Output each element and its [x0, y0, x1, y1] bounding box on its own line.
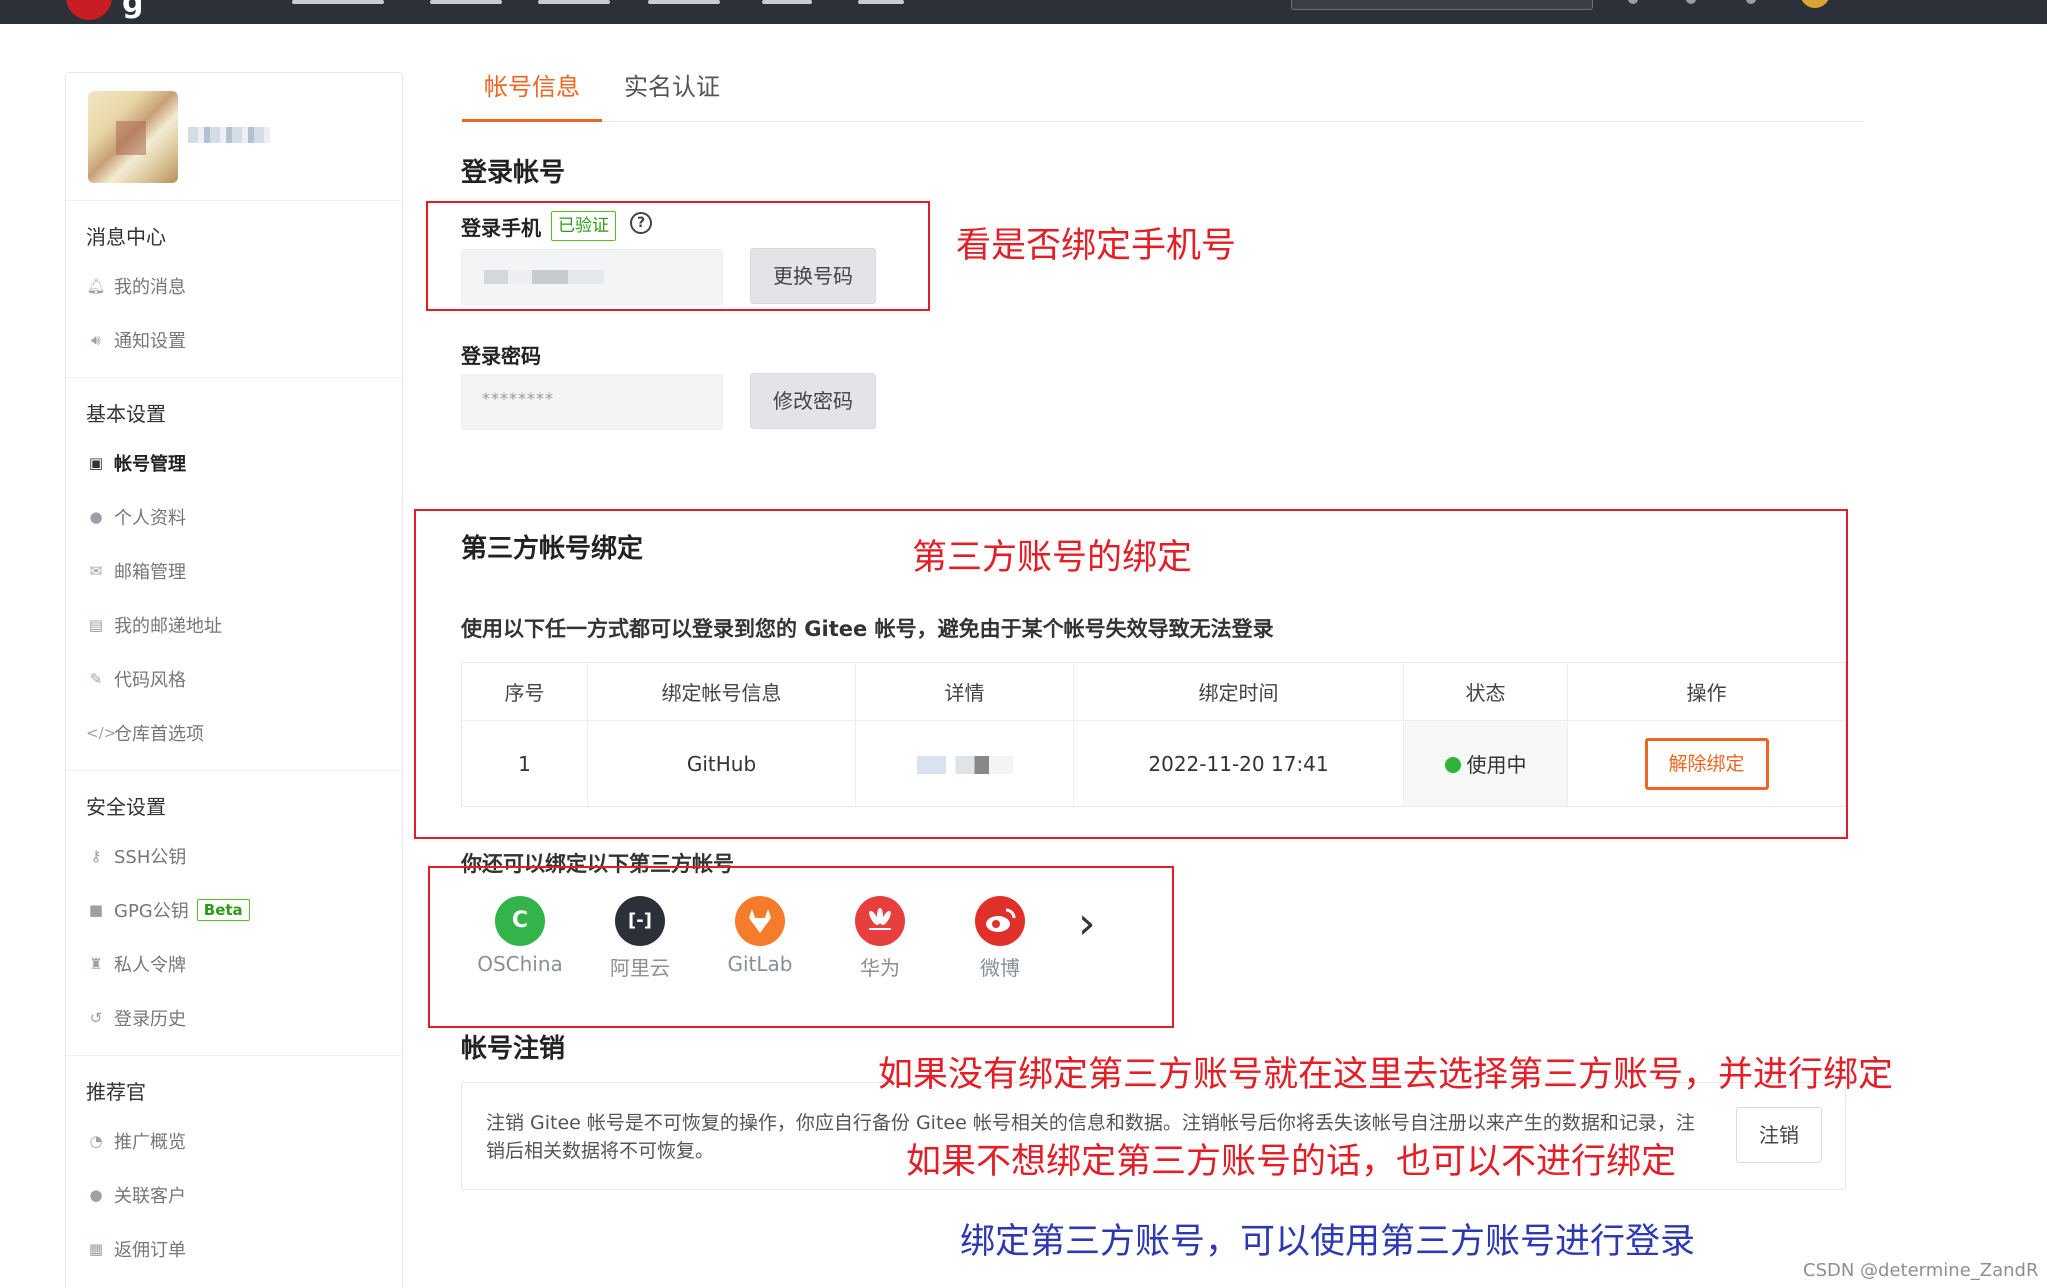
add-icon[interactable]	[1746, 0, 1756, 4]
sidebar-item-address[interactable]: ▤ 我的邮递地址	[66, 598, 402, 652]
sidebar-item-label: 邮箱管理	[114, 562, 186, 583]
annotation-benefit: 绑定第三方账号，可以使用第三方账号进行登录	[960, 1222, 1696, 1262]
sidebar-item-label: 关联客户	[114, 1186, 186, 1207]
password-field: ********	[461, 374, 723, 430]
gitee-logo-icon[interactable]	[66, 0, 112, 20]
sidebar-item-label: 帐号管理	[114, 454, 186, 475]
sidebar-item-label: 私人令牌	[114, 955, 186, 976]
code-icon: </>	[86, 724, 117, 742]
sidebar-group-security: 安全设置 ⚷ SSH公钥 ■ GPG公钥 Beta ♜ 私人令牌 ↺ 登录历史	[66, 771, 402, 1056]
annotation-choose: 如果没有绑定第三方账号就在这里去选择第三方账号，并进行绑定	[878, 1055, 1894, 1095]
sidebar-item-linked-customers[interactable]: ● 关联客户	[66, 1168, 402, 1222]
sidebar-item-label: 推广概览	[114, 1132, 186, 1153]
settings-tabs: 帐号信息 实名认证	[462, 56, 1864, 122]
dashboard-icon: ◔	[89, 1132, 103, 1150]
history-icon: ↺	[89, 1009, 103, 1027]
login-section-title: 登录帐号	[461, 158, 566, 188]
key-icon: ⚷	[90, 847, 102, 865]
beta-badge: Beta	[196, 899, 250, 921]
nav-item-5[interactable]	[762, 0, 812, 4]
annotation-box-phone	[426, 201, 930, 311]
lock-icon: ■	[88, 901, 104, 919]
address-card-icon: ▤	[88, 616, 104, 634]
csdn-watermark: CSDN @determine_ZandR	[1803, 1260, 2039, 1281]
nav-item-2[interactable]	[430, 0, 502, 4]
avatar[interactable]	[88, 91, 178, 183]
sidebar-item-label: 仓库首选项	[114, 724, 204, 745]
annotation-box-providers	[428, 866, 1174, 1028]
nav-item-1[interactable]	[292, 0, 384, 4]
sidebar-item-label: 登录历史	[114, 1009, 186, 1030]
sidebar-item-label: SSH公钥	[114, 847, 187, 868]
gitee-logo-letter: g	[122, 0, 144, 20]
nav-item-6[interactable]	[858, 0, 904, 4]
sidebar-group-title: 安全设置	[86, 795, 166, 819]
annotation-third-party: 第三方账号的绑定	[912, 538, 1193, 578]
username-blurred	[188, 127, 270, 143]
cancel-section-title: 帐号注销	[461, 1034, 566, 1064]
sidebar-item-code-style[interactable]: ✎ 代码风格	[66, 652, 402, 706]
sidebar-item-ssh[interactable]: ⚷ SSH公钥	[66, 829, 402, 883]
sidebar-group-basic: 基本设置 ▣ 帐号管理 ● 个人资料 ✉ 邮箱管理 ▤ 我的邮递地址 ✎ 代码风…	[66, 378, 402, 771]
order-icon: ▦	[88, 1240, 104, 1258]
tab-account-info[interactable]: 帐号信息	[462, 56, 602, 122]
notification-icon[interactable]	[1628, 0, 1638, 4]
change-password-button[interactable]: 修改密码	[750, 373, 876, 429]
tab-real-name[interactable]: 实名认证	[602, 56, 742, 122]
nav-item-4[interactable]	[648, 0, 720, 4]
annotation-phone: 看是否绑定手机号	[956, 226, 1237, 266]
speaker-icon: 🔊︎	[91, 331, 101, 349]
sidebar-item-label: 代码风格	[114, 670, 186, 691]
password-value: ********	[482, 389, 554, 408]
sidebar-item-token[interactable]: ♜ 私人令牌	[66, 937, 402, 991]
user-link-icon: ●	[89, 1186, 103, 1204]
sidebar-item-profile[interactable]: ● 个人资料	[66, 490, 402, 544]
sidebar-item-label: 返佣订单	[114, 1240, 186, 1261]
sidebar-item-label: GPG公钥	[114, 901, 189, 922]
password-label: 登录密码	[461, 344, 541, 368]
id-card-icon: ▣	[88, 454, 104, 472]
top-avatar[interactable]	[1800, 0, 1830, 8]
sidebar-group-title: 基本设置	[86, 402, 166, 426]
sidebar-item-my-messages[interactable]: 🔔︎ 我的消息	[66, 259, 402, 313]
annotation-optional: 如果不想绑定第三方账号的话，也可以不进行绑定	[906, 1142, 1677, 1182]
sidebar-item-gpg[interactable]: ■ GPG公钥 Beta	[66, 883, 402, 937]
sidebar-item-label: 个人资料	[114, 508, 186, 529]
sidebar-item-rebate-orders[interactable]: ▦ 返佣订单	[66, 1222, 402, 1276]
sidebar-item-referral-overview[interactable]: ◔ 推广概览	[66, 1114, 402, 1168]
top-nav-bar: g	[0, 0, 2047, 24]
message-icon[interactable]	[1686, 0, 1696, 4]
settings-sidebar: 消息中心 🔔︎ 我的消息 🔊︎ 通知设置 基本设置 ▣ 帐号管理 ● 个人资料 …	[65, 72, 403, 1288]
cancel-account-button[interactable]: 注销	[1736, 1107, 1822, 1163]
token-icon: ♜	[89, 955, 103, 973]
sidebar-group-messages: 消息中心 🔔︎ 我的消息 🔊︎ 通知设置	[66, 201, 402, 378]
nav-item-3[interactable]	[538, 0, 610, 4]
sidebar-group-title: 消息中心	[86, 225, 166, 249]
sidebar-item-repo-prefs[interactable]: </> 仓库首选项	[66, 706, 402, 760]
brush-icon: ✎	[89, 670, 103, 688]
sidebar-group-referral: 推荐官 ◔ 推广概览 ● 关联客户 ▦ 返佣订单	[66, 1056, 402, 1286]
sidebar-item-login-history[interactable]: ↺ 登录历史	[66, 991, 402, 1045]
sidebar-item-account[interactable]: ▣ 帐号管理	[66, 436, 402, 490]
profile-card	[66, 73, 402, 201]
sidebar-item-email[interactable]: ✉ 邮箱管理	[66, 544, 402, 598]
sidebar-item-label: 我的消息	[114, 277, 186, 298]
sidebar-item-label: 通知设置	[114, 331, 186, 352]
sidebar-item-notify-settings[interactable]: 🔊︎ 通知设置	[66, 313, 402, 367]
sidebar-group-title: 推荐官	[86, 1080, 146, 1104]
bell-icon: 🔔︎	[86, 277, 106, 295]
sidebar-item-label: 我的邮递地址	[114, 616, 222, 637]
user-icon: ●	[89, 508, 103, 526]
search-input[interactable]	[1291, 0, 1593, 10]
mail-icon: ✉	[89, 562, 103, 580]
